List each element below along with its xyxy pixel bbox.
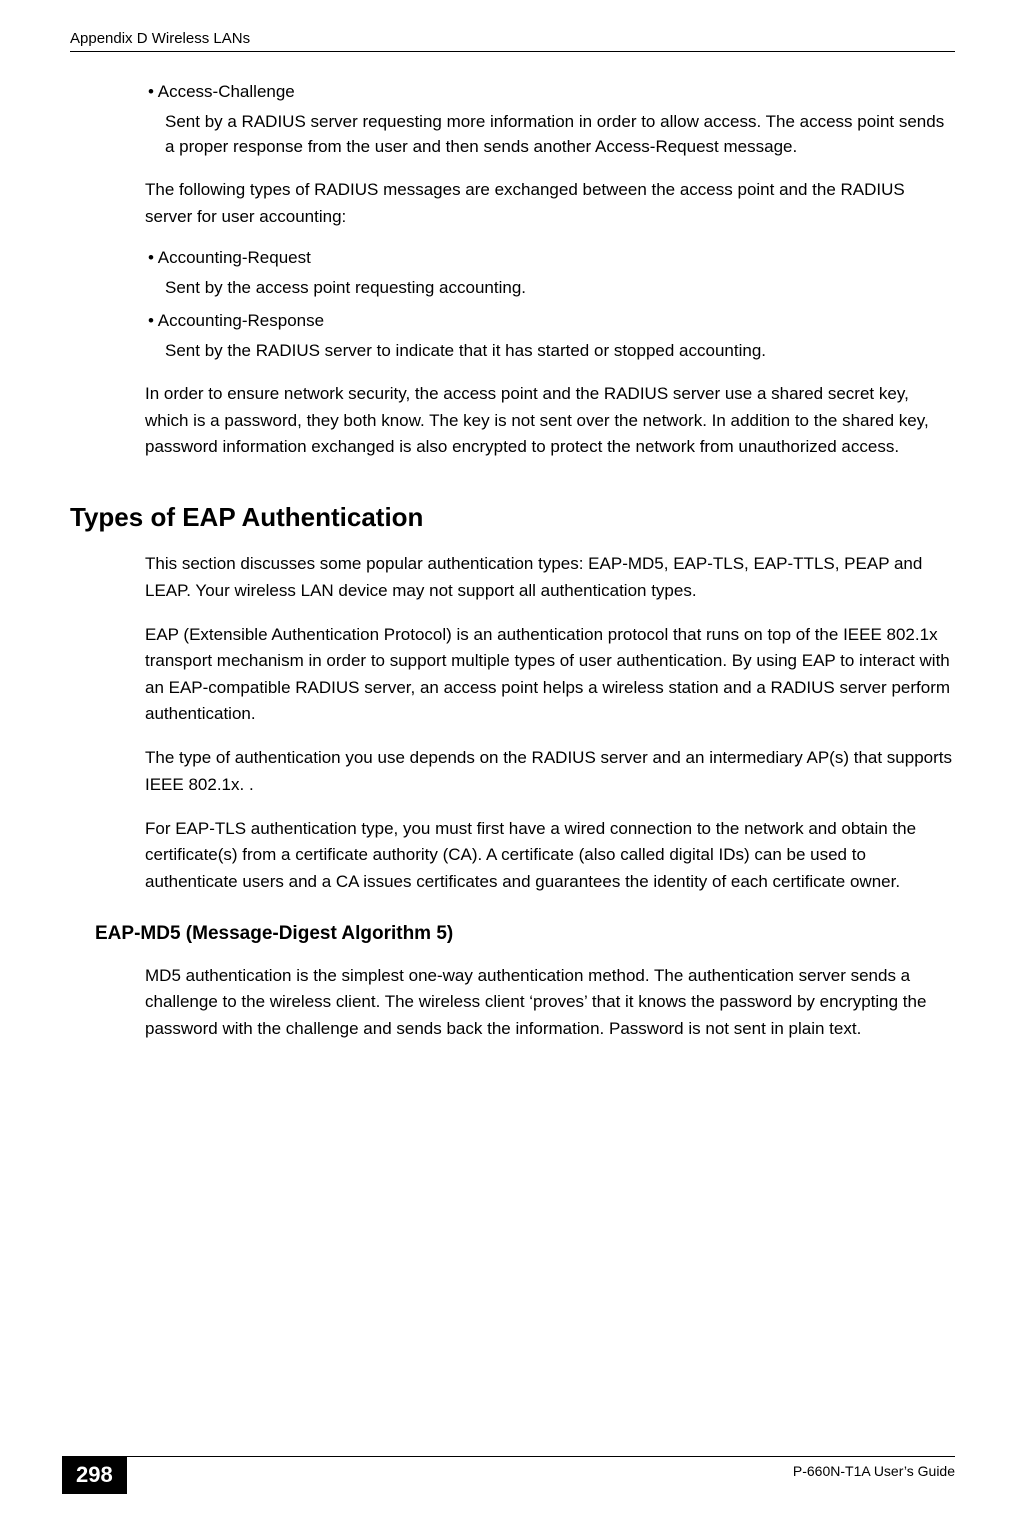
paragraph: In order to ensure network security, the… [145, 381, 955, 460]
guide-name: P-660N-T1A User’s Guide [793, 1457, 955, 1479]
paragraph: EAP (Extensible Authentication Protocol)… [145, 622, 955, 727]
paragraph: This section discusses some popular auth… [145, 551, 955, 604]
bullet-accounting-response: Accounting-Response Sent by the RADIUS s… [145, 311, 955, 364]
bullet-body: Sent by the RADIUS server to indicate th… [165, 339, 955, 364]
paragraph: MD5 authentication is the simplest one-w… [145, 963, 955, 1042]
running-header: Appendix D Wireless LANs [70, 30, 955, 52]
page-number: 298 [62, 1456, 127, 1494]
page-content: Access-Challenge Sent by a RADIUS server… [70, 52, 955, 1042]
section-title-eap-types: Types of EAP Authentication [70, 502, 955, 533]
running-footer: 298 P-660N-T1A User’s Guide [70, 1456, 955, 1494]
paragraph: For EAP-TLS authentication type, you mus… [145, 816, 955, 895]
bullet-access-challenge: Access-Challenge Sent by a RADIUS server… [145, 82, 955, 159]
bullet-body: Sent by the access point requesting acco… [165, 276, 955, 301]
header-left: Appendix D Wireless LANs [70, 30, 250, 47]
bullet-body: Sent by a RADIUS server requesting more … [165, 110, 955, 159]
paragraph: The following types of RADIUS messages a… [145, 177, 955, 230]
bullet-label: Accounting-Request [148, 248, 311, 267]
bullet-label: Access-Challenge [148, 82, 295, 101]
bullet-accounting-request: Accounting-Request Sent by the access po… [145, 248, 955, 301]
bullet-label: Accounting-Response [148, 311, 324, 330]
paragraph: The type of authentication you use depen… [145, 745, 955, 798]
subsection-title-eap-md5: EAP-MD5 (Message-Digest Algorithm 5) [95, 923, 955, 945]
